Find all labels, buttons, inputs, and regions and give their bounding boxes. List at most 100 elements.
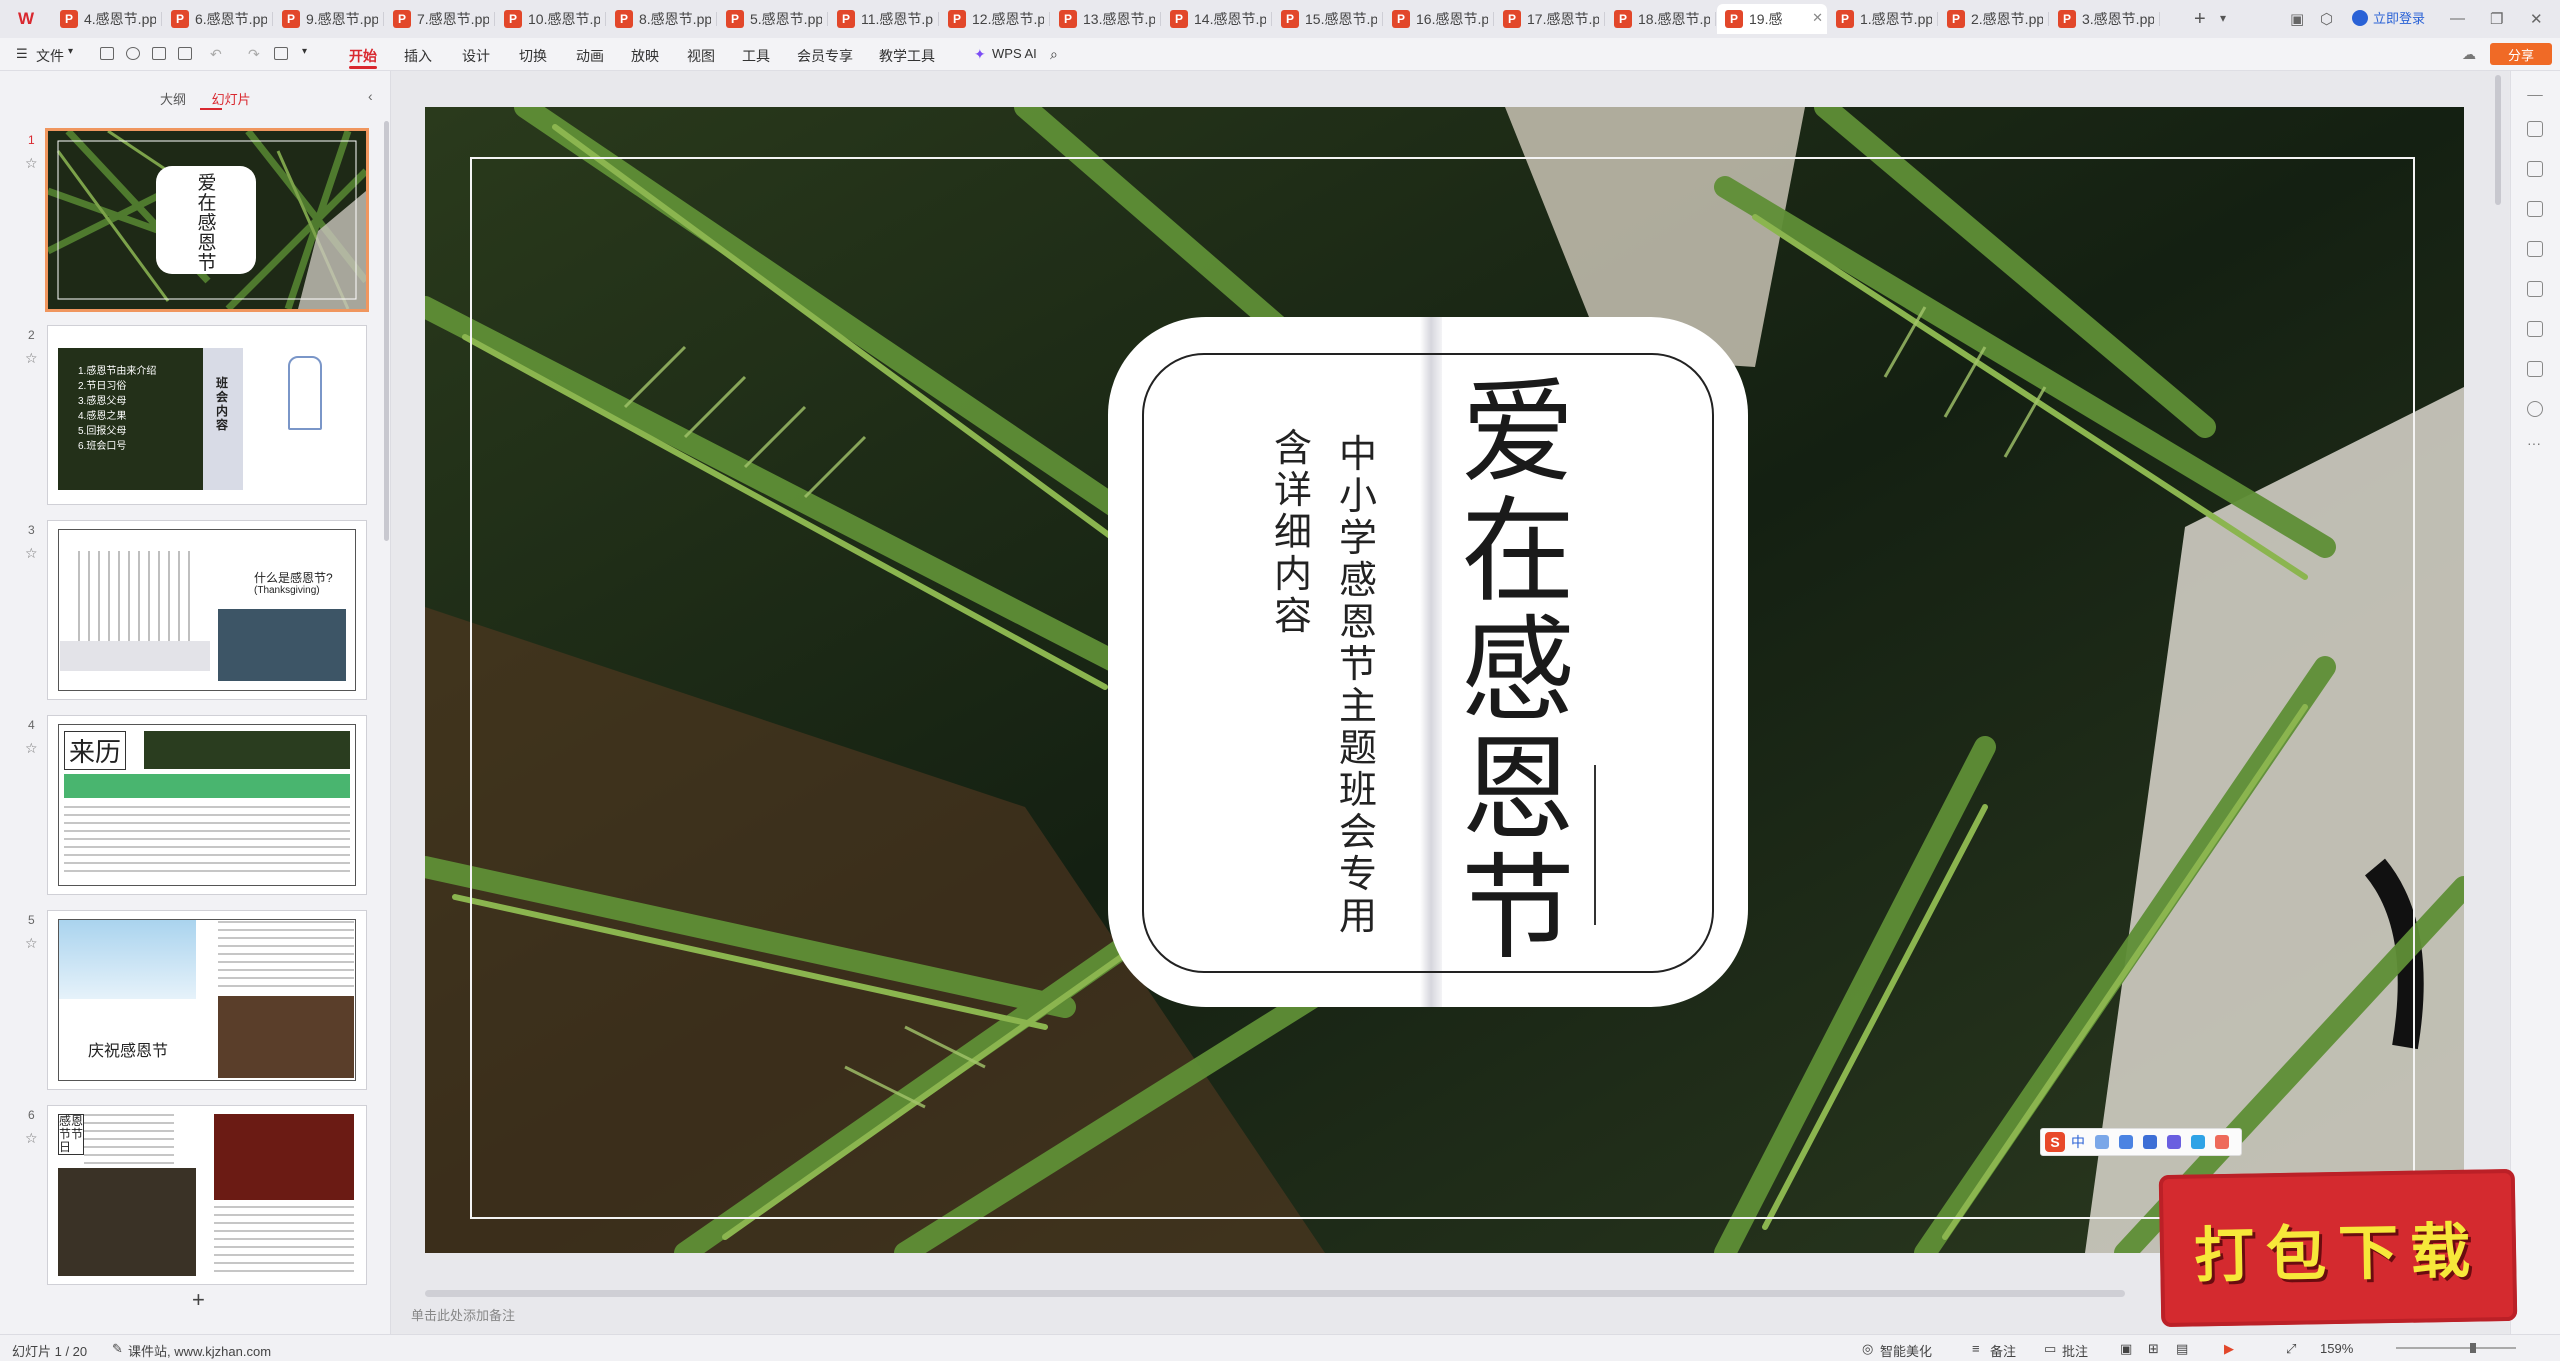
restore-button[interactable]: ❐ xyxy=(2490,10,2503,28)
mic-icon[interactable] xyxy=(2119,1135,2133,1149)
zoom-slider[interactable] xyxy=(2396,1347,2516,1349)
document-tab[interactable]: P 14.感恩节.pptx xyxy=(1162,4,1272,34)
add-slide-button[interactable]: + xyxy=(192,1287,205,1313)
ime-language[interactable]: 中 xyxy=(2071,1132,2085,1152)
notes-icon[interactable]: ≡ xyxy=(1972,1341,1980,1356)
reading-view-icon[interactable]: ▤ xyxy=(2176,1341,2188,1357)
zoom-level[interactable]: 159% xyxy=(2320,1341,2353,1356)
print-preview-icon[interactable] xyxy=(178,47,192,60)
slide-thumbnail-6[interactable]: 感恩节节日 xyxy=(48,1106,366,1284)
wps-ai-icon[interactable]: ✦ xyxy=(974,46,986,63)
notes-button[interactable]: 备注 xyxy=(1990,1341,2016,1360)
fit-icon[interactable]: ⤢ xyxy=(2286,1341,2296,1357)
document-tab[interactable]: P 10.感恩节.pptx xyxy=(496,4,606,34)
document-tab[interactable]: P 1.感恩节.pptx xyxy=(1828,4,1938,34)
more-dropdown-icon[interactable]: ▾ xyxy=(302,46,307,57)
document-tab[interactable]: P 7.感恩节.pptx xyxy=(385,4,495,34)
download-badge[interactable]: 打包下载 xyxy=(2158,1168,2518,1328)
file-menu[interactable]: 文件 xyxy=(36,46,64,66)
slide-thumbnail-4[interactable]: 来历 xyxy=(48,716,366,894)
current-slide-canvas[interactable]: 爱在感恩节 中小学感恩节主题班会专用 含详细内容 xyxy=(425,107,2464,1253)
toolbox-icon[interactable] xyxy=(2191,1135,2205,1149)
document-tab[interactable]: P 17.感恩节.pptx xyxy=(1495,4,1605,34)
document-tab[interactable]: P 6.感恩节.pptx xyxy=(163,4,273,34)
shirt-icon[interactable] xyxy=(2527,361,2543,377)
cloud-sync-icon[interactable]: ☁ xyxy=(2462,46,2476,63)
slideshow-icon[interactable]: ▶ xyxy=(2224,1341,2234,1357)
save-icon[interactable] xyxy=(100,47,114,60)
undo-icon[interactable]: ↶ xyxy=(210,46,222,63)
thumbnail-scrollbar[interactable] xyxy=(384,121,389,541)
minimize-button[interactable]: — xyxy=(2450,10,2465,27)
ribbon-tab[interactable]: 开始 xyxy=(349,46,377,66)
star-icon[interactable]: ☆ xyxy=(25,155,38,172)
star-icon[interactable]: ☆ xyxy=(25,545,38,562)
slide-subtitle-secondary[interactable]: 含详细内容 xyxy=(1268,427,1318,637)
tab-list-dropdown-icon[interactable]: ▾ xyxy=(2220,11,2226,25)
slide-thumbnail-3[interactable]: 什么是感恩节? (Thanksgiving) xyxy=(48,521,366,699)
ribbon-tab[interactable]: 视图 xyxy=(687,46,715,66)
ribbon-tab[interactable]: 放映 xyxy=(631,46,659,66)
ime-toolbar[interactable]: S 中 xyxy=(2040,1128,2242,1156)
close-window-button[interactable]: ✕ xyxy=(2530,10,2543,28)
redo-icon[interactable]: ↷ xyxy=(248,46,260,63)
help-icon[interactable] xyxy=(2527,401,2543,417)
more-ime-icon[interactable] xyxy=(2215,1135,2229,1149)
tools-icon[interactable] xyxy=(2527,281,2543,297)
slide-subtitle[interactable]: 中小学感恩节主题班会专用 xyxy=(1333,433,1383,937)
skin-icon[interactable] xyxy=(2167,1135,2181,1149)
ribbon-tab[interactable]: 设计 xyxy=(462,46,490,66)
document-tab[interactable]: P 3.感恩节.pptx xyxy=(2050,4,2160,34)
editor-horizontal-scrollbar[interactable] xyxy=(425,1290,2125,1297)
image-icon[interactable] xyxy=(2527,241,2543,257)
ribbon-tab[interactable]: 插入 xyxy=(404,46,432,66)
document-tab[interactable]: P 8.感恩节.pptx xyxy=(607,4,717,34)
wps-ai-button[interactable]: WPS AI xyxy=(992,46,1037,61)
document-tab[interactable]: P 15.感恩节.pptx xyxy=(1273,4,1383,34)
document-tab[interactable]: P 19.感 ✕ xyxy=(1717,4,1827,34)
slide-thumbnail-1[interactable]: 爱在感恩节 xyxy=(48,131,366,309)
close-tab-icon[interactable]: ✕ xyxy=(1812,10,1823,26)
ribbon-tab[interactable]: 工具 xyxy=(742,46,770,66)
sogou-icon[interactable]: S xyxy=(2045,1132,2065,1152)
smart-beautify-button[interactable]: 智能美化 xyxy=(1880,1341,1932,1360)
adjust-icon[interactable] xyxy=(2527,121,2543,137)
document-tab[interactable]: P 4.感恩节.pptx xyxy=(52,4,162,34)
collapse-panel-icon[interactable]: ‹ xyxy=(368,88,373,104)
document-tab[interactable]: P 18.感恩节.pptx xyxy=(1606,4,1716,34)
star-icon[interactable]: ☆ xyxy=(25,1130,38,1147)
normal-view-icon[interactable]: ▣ xyxy=(2120,1341,2132,1357)
document-tab[interactable]: P 13.感恩节.pptx xyxy=(1051,4,1161,34)
ribbon-tab[interactable]: 教学工具 xyxy=(879,46,935,66)
print-icon[interactable] xyxy=(152,47,166,60)
more-icon[interactable]: ··· xyxy=(2527,435,2541,451)
ribbon-tab[interactable]: 会员专享 xyxy=(797,46,853,66)
book-icon[interactable] xyxy=(2527,321,2543,337)
window-layout-icon[interactable]: ▣ xyxy=(2290,10,2304,28)
slide-thumbnail-2[interactable]: 班会内容 1.感恩节由来介绍 2.节日习俗 3.感恩父母 4.感恩之果 5.回报… xyxy=(48,326,366,504)
title-card[interactable]: 爱在感恩节 中小学感恩节主题班会专用 含详细内容 xyxy=(1108,317,1748,1007)
copy-icon[interactable] xyxy=(2527,201,2543,217)
ribbon-tab[interactable]: 动画 xyxy=(576,46,604,66)
format-painter-icon[interactable] xyxy=(274,47,288,60)
wps-logo-icon[interactable]: W xyxy=(18,9,40,29)
comment-icon[interactable]: ▭ xyxy=(2044,1341,2056,1357)
file-dropdown-icon[interactable]: ▾ xyxy=(68,46,73,57)
tab-slides[interactable]: 幻灯片 xyxy=(212,92,251,107)
slide-thumbnail-5[interactable]: 庆祝感恩节 xyxy=(48,911,366,1089)
document-tab[interactable]: P 2.感恩节.pptx xyxy=(1939,4,2049,34)
comments-button[interactable]: 批注 xyxy=(2062,1341,2088,1360)
document-tab[interactable]: P 16.感恩节.pptx xyxy=(1384,4,1494,34)
ribbon-tab[interactable]: 切换 xyxy=(519,46,547,66)
notes-placeholder[interactable]: 单击此处添加备注 xyxy=(411,1305,515,1324)
new-tab-button[interactable]: + xyxy=(2194,8,2206,31)
cube-icon[interactable]: ⬡ xyxy=(2320,10,2333,28)
document-tab[interactable]: P 12.感恩节.pptx xyxy=(940,4,1050,34)
grid-view-icon[interactable]: ⊞ xyxy=(2148,1341,2159,1357)
login-button[interactable]: 立即登录 xyxy=(2352,8,2425,27)
document-tab[interactable]: P 11.感恩节.pptx xyxy=(829,4,939,34)
tab-outline[interactable]: 大纲 xyxy=(160,92,186,107)
keyboard-icon[interactable] xyxy=(2143,1135,2157,1149)
menu-icon[interactable]: ☰ xyxy=(16,46,28,62)
document-tab[interactable]: P 9.感恩节.pptx xyxy=(274,4,384,34)
